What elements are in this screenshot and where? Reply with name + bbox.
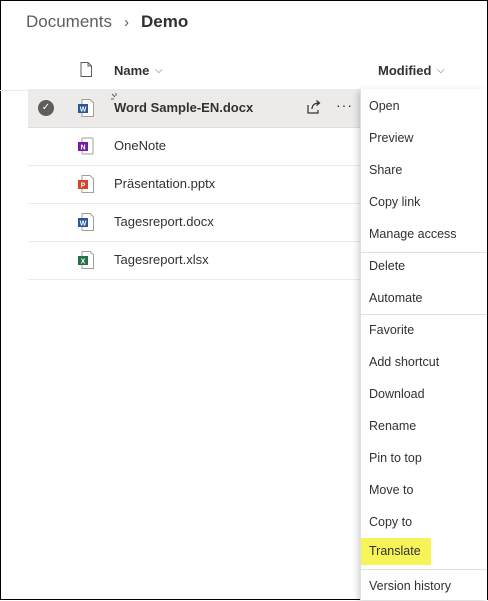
menu-item-preview[interactable]: Preview <box>361 123 487 153</box>
powerpoint-icon: P <box>78 175 94 193</box>
menu-item-label: Pin to top <box>369 451 422 465</box>
menu-item-label: Favorite <box>369 323 415 337</box>
svg-text:P: P <box>81 183 86 190</box>
context-menu: Open Preview Share Copy link Manage acce… <box>360 89 487 600</box>
svg-text:W: W <box>80 107 87 114</box>
menu-item-open[interactable]: Open <box>361 91 487 121</box>
checkmark-icon[interactable]: ✓ <box>38 100 54 116</box>
menu-item-label: Share <box>369 163 403 177</box>
onenote-icon: N <box>78 137 94 155</box>
chevron-down-icon[interactable]: ⌵ <box>155 65 163 76</box>
chevron-down-icon[interactable]: ⌵ <box>437 65 445 76</box>
menu-item-label: Add shortcut <box>369 355 440 369</box>
svg-text:N: N <box>80 145 85 152</box>
menu-item-copy-to[interactable]: Copy to <box>361 507 487 537</box>
word-icon: W <box>78 213 94 231</box>
menu-item-download[interactable]: Download <box>361 379 487 409</box>
menu-item-copy-link[interactable]: Copy link <box>361 187 487 217</box>
menu-item-label: Rename <box>369 419 417 433</box>
menu-item-rename[interactable]: Rename <box>361 411 487 441</box>
breadcrumb-documents[interactable]: Documents <box>26 12 112 32</box>
menu-item-label: Manage access <box>369 227 457 241</box>
menu-item-pin-to-top[interactable]: Pin to top <box>361 443 487 473</box>
breadcrumb: Documents › Demo <box>26 10 188 34</box>
file-name[interactable]: Word Sample-EN.docx <box>114 100 253 115</box>
menu-item-label: Download <box>369 387 425 401</box>
menu-item-label: Delete <box>369 259 406 273</box>
menu-item-favorite[interactable]: Favorite <box>361 315 487 345</box>
menu-item-label: Preview <box>369 131 414 145</box>
menu-item-share[interactable]: Share <box>361 155 487 185</box>
file-name[interactable]: Tagesreport.xlsx <box>114 252 209 267</box>
menu-item-delete[interactable]: Delete <box>361 251 487 281</box>
menu-item-label: Move to <box>369 483 414 497</box>
svg-text:W: W <box>80 221 87 228</box>
menu-item-label: Copy to <box>369 515 413 529</box>
column-header-modified[interactable]: Modified <box>378 63 431 78</box>
breadcrumb-current: Demo <box>140 12 189 31</box>
excel-icon: X <box>78 251 94 269</box>
menu-item-translate[interactable]: Translate <box>361 537 487 567</box>
column-header-name[interactable]: Name <box>114 63 149 78</box>
menu-item-manage-access[interactable]: Manage access <box>361 219 487 249</box>
file-type-icon[interactable] <box>80 62 92 77</box>
menu-item-move-to[interactable]: Move to <box>361 475 487 505</box>
menu-item-label: Version history <box>369 579 451 593</box>
list-header: Name ⌵ Modified ⌵ <box>0 52 486 91</box>
share-icon[interactable] <box>306 99 322 115</box>
word-icon: W <box>78 99 94 117</box>
file-name[interactable]: Tagesreport.docx <box>114 214 214 229</box>
file-name[interactable]: Präsentation.pptx <box>114 176 215 191</box>
menu-item-label: Copy link <box>369 195 421 209</box>
menu-item-automate[interactable]: Automate <box>361 283 487 313</box>
menu-item-label: Automate <box>369 291 423 305</box>
breadcrumb-separator: › <box>123 13 129 31</box>
more-options-icon[interactable]: ··· <box>336 97 353 113</box>
svg-text:X: X <box>81 259 86 266</box>
menu-item-label: Translate <box>361 538 431 565</box>
menu-item-label: Open <box>369 99 400 113</box>
menu-item-add-shortcut[interactable]: Add shortcut <box>361 347 487 377</box>
menu-item-version-history[interactable]: Version history <box>361 571 487 601</box>
menu-divider <box>361 569 487 570</box>
file-name[interactable]: OneNote <box>114 138 166 153</box>
